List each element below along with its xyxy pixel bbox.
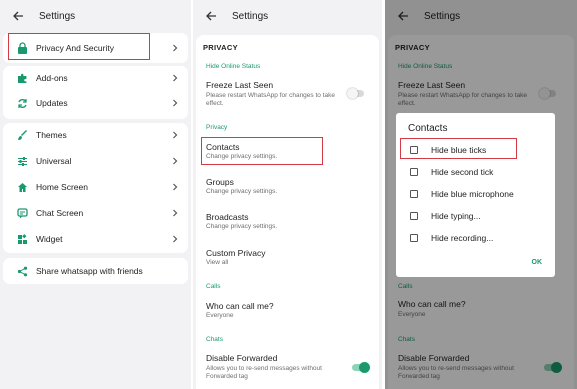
highlight-box [400, 138, 517, 159]
refresh-icon [14, 95, 30, 111]
disable-forwarded-title: Disable Forwarded [206, 353, 278, 363]
option-label: Hide second tick [431, 167, 494, 177]
groups-subtitle: Change privacy settings. [206, 188, 278, 195]
top-bar: Settings [0, 0, 191, 32]
chevron-right-icon [173, 209, 178, 217]
section-calls: Calls [206, 283, 221, 290]
option-label: Hide blue microphone [431, 189, 514, 199]
settings-item-home-screen[interactable]: Home Screen [3, 175, 188, 199]
settings-item-universal[interactable]: Universal [3, 149, 188, 173]
option-hide-blue-microphone[interactable]: Hide blue microphone [396, 184, 555, 204]
settings-item-label: Chat Screen [36, 208, 84, 218]
checkbox[interactable] [410, 212, 418, 220]
top-bar: Settings [193, 0, 382, 32]
settings-item-widget[interactable]: Widget [3, 227, 188, 251]
brush-icon [14, 127, 30, 143]
section-privacy: Privacy [206, 124, 228, 131]
privacy-screen: Settings PRIVACY Hide Online Status Free… [193, 0, 382, 389]
settings-item-label: Themes [36, 130, 67, 140]
chevron-right-icon [173, 99, 178, 107]
broadcasts-subtitle: Change privacy settings. [206, 223, 278, 230]
settings-item-share[interactable]: Share whatsapp with friends [3, 259, 188, 283]
chevron-right-icon [173, 74, 178, 82]
freeze-last-seen-subtitle: Please restart WhatsApp for changes to t… [206, 92, 335, 107]
dialog-title: Contacts [408, 123, 448, 134]
page-title: Settings [39, 10, 76, 22]
highlight-box [201, 137, 323, 165]
freeze-last-seen-toggle[interactable] [347, 88, 364, 99]
settings-item-label: Widget [36, 234, 63, 244]
chevron-right-icon [173, 131, 178, 139]
settings-card-share: Share whatsapp with friends [3, 258, 188, 284]
checkbox[interactable] [410, 190, 418, 198]
disable-forwarded-subtitle: Allows you to re-send messages without F… [206, 365, 322, 380]
privacy-screen-with-dialog: Settings PRIVACY Hide Online Status Free… [385, 0, 577, 389]
ok-button[interactable]: OK [532, 259, 543, 266]
who-can-call-title[interactable]: Who can call me? [206, 301, 274, 311]
toggle-knob [359, 362, 370, 373]
chevron-right-icon [173, 183, 178, 191]
share-icon [14, 263, 30, 279]
option-label: Hide typing... [431, 211, 481, 221]
settings-item-chat-screen[interactable]: Chat Screen [3, 201, 188, 225]
chevron-right-icon [173, 235, 178, 243]
widget-icon [14, 231, 30, 247]
page-title: Settings [232, 10, 269, 22]
settings-card-addons: Add-ons Updates [3, 66, 188, 119]
settings-item-updates[interactable]: Updates [3, 91, 188, 115]
option-hide-typing[interactable]: Hide typing... [396, 206, 555, 226]
section-chats: Chats [206, 336, 223, 343]
section-hide-online-status: Hide Online Status [206, 63, 261, 70]
contacts-dialog: Contacts Hide blue ticks Hide second tic… [396, 113, 555, 277]
highlight-box [8, 33, 150, 60]
settings-item-label: Universal [36, 156, 72, 166]
settings-screen: Settings Privacy And Security Add-ons Up… [0, 0, 191, 389]
home-icon [14, 179, 30, 195]
settings-item-label: Home Screen [36, 182, 88, 192]
puzzle-icon [14, 70, 30, 86]
settings-item-label: Updates [36, 98, 68, 108]
back-arrow-icon[interactable] [6, 4, 30, 28]
section-header-privacy: PRIVACY [203, 43, 238, 52]
custom-privacy-subtitle: View all [206, 259, 229, 266]
groups-title[interactable]: Groups [206, 177, 234, 187]
checkbox[interactable] [410, 234, 418, 242]
option-hide-recording[interactable]: Hide recording... [396, 228, 555, 248]
chevron-right-icon [173, 157, 178, 165]
toggle-knob [347, 88, 358, 99]
chat-icon [14, 205, 30, 221]
sliders-icon [14, 153, 30, 169]
broadcasts-title[interactable]: Broadcasts [206, 212, 249, 222]
settings-item-label: Share whatsapp with friends [36, 266, 143, 276]
option-label: Hide recording... [431, 233, 494, 243]
freeze-last-seen-title: Freeze Last Seen [206, 80, 274, 90]
custom-privacy-title[interactable]: Custom Privacy [206, 248, 266, 258]
settings-item-themes[interactable]: Themes [3, 123, 188, 147]
chevron-right-icon [173, 44, 178, 52]
checkbox[interactable] [410, 168, 418, 176]
option-hide-second-tick[interactable]: Hide second tick [396, 162, 555, 182]
settings-item-add-ons[interactable]: Add-ons [3, 66, 188, 90]
disable-forwarded-toggle[interactable] [352, 362, 370, 373]
who-can-call-subtitle: Everyone [206, 312, 234, 319]
settings-card-appearance: Themes Universal Home Screen Chat Screen [3, 123, 188, 253]
back-arrow-icon[interactable] [199, 4, 223, 28]
settings-item-label: Add-ons [36, 73, 68, 83]
